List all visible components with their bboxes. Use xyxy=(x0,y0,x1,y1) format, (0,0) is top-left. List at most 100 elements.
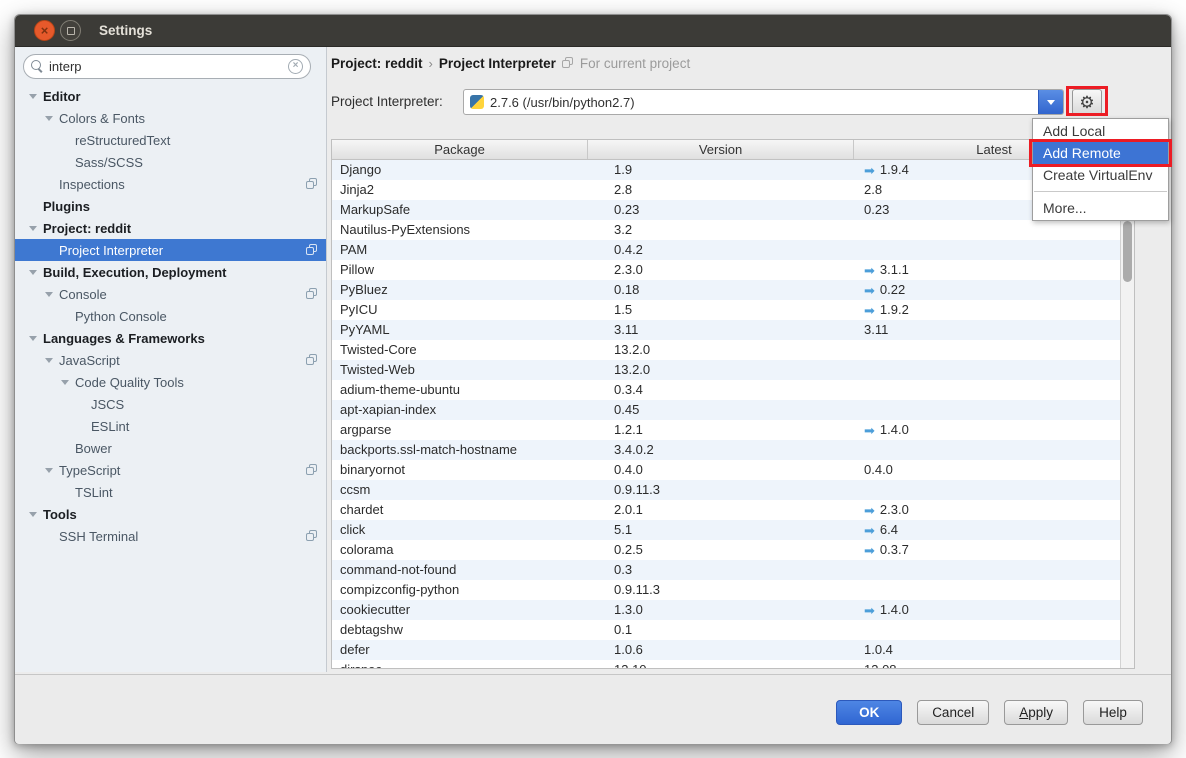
tree-item-eslint[interactable]: ESLint xyxy=(15,415,326,437)
table-row[interactable]: backports.ssl-match-hostname 3.4.0.2 ➡ xyxy=(332,440,1134,460)
expand-arrow-icon[interactable] xyxy=(29,94,43,99)
tree-item-javascript[interactable]: JavaScript xyxy=(15,349,326,371)
apply-button[interactable]: Apply xyxy=(1004,700,1068,725)
expand-arrow-icon[interactable] xyxy=(29,226,43,231)
expand-arrow-icon[interactable] xyxy=(61,380,75,385)
menu-item-more[interactable]: More... xyxy=(1033,197,1168,219)
tree-item-typescript[interactable]: TypeScript xyxy=(15,459,326,481)
table-row[interactable]: ccsm 0.9.11.3 ➡ xyxy=(332,480,1134,500)
tree-item-tslint[interactable]: TSLint xyxy=(15,481,326,503)
table-row[interactable]: Twisted-Core 13.2.0 ➡ xyxy=(332,340,1134,360)
table-row[interactable]: Nautilus-PyExtensions 3.2 ➡ xyxy=(332,220,1134,240)
table-row[interactable]: binaryornot 0.4.0 ➡ 0.4.0 xyxy=(332,460,1134,480)
tree-item-jscs[interactable]: JSCS xyxy=(15,393,326,415)
tree-item-sass-scss[interactable]: Sass/SCSS xyxy=(15,151,326,173)
tree-item-restructuredtext[interactable]: reStructuredText xyxy=(15,129,326,151)
tree-item-languages-frameworks[interactable]: Languages & Frameworks xyxy=(15,327,326,349)
upgrade-arrow-icon: ➡ xyxy=(864,264,875,277)
maximize-button[interactable] xyxy=(60,20,81,41)
expand-arrow-icon[interactable] xyxy=(29,336,43,341)
table-row[interactable]: defer 1.0.6 ➡ 1.0.4 xyxy=(332,640,1134,660)
latest-value: 13.08 xyxy=(864,660,897,669)
interpreter-label: Project Interpreter: xyxy=(331,89,443,115)
interpreter-settings-button[interactable]: ⚙ xyxy=(1072,89,1102,115)
table-row[interactable]: apt-xapian-index 0.45 ➡ xyxy=(332,400,1134,420)
tree-item-project-interpreter[interactable]: Project Interpreter xyxy=(15,239,326,261)
help-button[interactable]: Help xyxy=(1083,700,1143,725)
tree-item-label: Python Console xyxy=(75,309,167,324)
button-label: OK xyxy=(859,705,879,720)
interpreter-combobox[interactable]: 2.7.6 (/usr/bin/python2.7) xyxy=(463,89,1064,115)
table-row[interactable]: MarkupSafe 0.23 ➡ 0.23 xyxy=(332,200,1134,220)
version-cell: 0.3.4 xyxy=(588,380,854,400)
tree-item-editor[interactable]: Editor xyxy=(15,85,326,107)
table-row[interactable]: click 5.1 ➡ 6.4 xyxy=(332,520,1134,540)
tree-item-project-reddit[interactable]: Project: reddit xyxy=(15,217,326,239)
table-row[interactable]: dirspec 13.10 ➡ 13.08 xyxy=(332,660,1134,669)
table-row[interactable]: Pillow 2.3.0 ➡ 3.1.1 xyxy=(332,260,1134,280)
expand-arrow-icon[interactable] xyxy=(45,292,59,297)
expand-arrow-icon[interactable] xyxy=(45,116,59,121)
latest-value: 3.1.1 xyxy=(880,260,909,280)
expand-arrow-icon[interactable] xyxy=(29,270,43,275)
close-button[interactable]: × xyxy=(34,20,55,41)
version-cell: 0.4.2 xyxy=(588,240,854,260)
copy-icon xyxy=(306,530,318,542)
package-cell: cookiecutter xyxy=(332,600,588,620)
table-row[interactable]: Twisted-Web 13.2.0 ➡ xyxy=(332,360,1134,380)
table-row[interactable]: Jinja2 2.8 ➡ 2.8 xyxy=(332,180,1134,200)
table-row[interactable]: adium-theme-ubuntu 0.3.4 ➡ xyxy=(332,380,1134,400)
interpreter-value: 2.7.6 (/usr/bin/python2.7) xyxy=(490,95,635,110)
table-row[interactable]: compizconfig-python 0.9.11.3 ➡ xyxy=(332,580,1134,600)
menu-item-label: Add Local xyxy=(1043,123,1105,139)
scrollbar-thumb[interactable] xyxy=(1123,221,1132,282)
column-header-version[interactable]: Version xyxy=(588,140,854,159)
table-row[interactable]: command-not-found 0.3 ➡ xyxy=(332,560,1134,580)
ok-button[interactable]: OK xyxy=(836,700,902,725)
table-row[interactable]: chardet 2.0.1 ➡ 2.3.0 xyxy=(332,500,1134,520)
table-row[interactable]: PAM 0.4.2 ➡ xyxy=(332,240,1134,260)
package-cell: Pillow xyxy=(332,260,588,280)
table-row[interactable]: debtagshw 0.1 ➡ xyxy=(332,620,1134,640)
table-row[interactable]: Django 1.9 ➡ 1.9.4 xyxy=(332,160,1134,180)
cancel-button[interactable]: Cancel xyxy=(917,700,989,725)
table-row[interactable]: argparse 1.2.1 ➡ 1.4.0 xyxy=(332,420,1134,440)
tree-item-tools[interactable]: Tools xyxy=(15,503,326,525)
version-cell: 0.45 xyxy=(588,400,854,420)
menu-item-add-remote[interactable]: Add Remote xyxy=(1033,142,1168,164)
menu-item-create-virtualenv[interactable]: Create VirtualEnv xyxy=(1033,164,1168,186)
tree-item-build-execution-deployment[interactable]: Build, Execution, Deployment xyxy=(15,261,326,283)
tree-item-bower[interactable]: Bower xyxy=(15,437,326,459)
version-cell: 0.1 xyxy=(588,620,854,640)
search-field[interactable]: × xyxy=(23,54,311,79)
column-header-package[interactable]: Package xyxy=(332,140,588,159)
table-row[interactable]: colorama 0.2.5 ➡ 0.3.7 xyxy=(332,540,1134,560)
package-cell: PyBluez xyxy=(332,280,588,300)
expand-arrow-icon[interactable] xyxy=(45,358,59,363)
vertical-scrollbar[interactable] xyxy=(1120,160,1134,668)
package-cell: Django xyxy=(332,160,588,180)
tree-item-plugins[interactable]: Plugins xyxy=(15,195,326,217)
tree-item-console[interactable]: Console xyxy=(15,283,326,305)
expand-arrow-icon[interactable] xyxy=(29,512,43,517)
copy-icon xyxy=(306,244,318,256)
breadcrumb-project[interactable]: Project: reddit xyxy=(331,56,423,71)
tree-item-inspections[interactable]: Inspections xyxy=(15,173,326,195)
interpreter-dropdown-button[interactable] xyxy=(1038,90,1063,114)
tree-item-python-console[interactable]: Python Console xyxy=(15,305,326,327)
button-label: Cancel xyxy=(932,705,974,720)
search-input[interactable] xyxy=(49,59,288,74)
expand-arrow-icon[interactable] xyxy=(45,468,59,473)
package-cell: click xyxy=(332,520,588,540)
table-row[interactable]: cookiecutter 1.3.0 ➡ 1.4.0 xyxy=(332,600,1134,620)
table-row[interactable]: PyBluez 0.18 ➡ 0.22 xyxy=(332,280,1134,300)
tree-item-ssh-terminal[interactable]: SSH Terminal xyxy=(15,525,326,547)
clear-search-icon[interactable]: × xyxy=(288,59,303,74)
tree-item-code-quality-tools[interactable]: Code Quality Tools xyxy=(15,371,326,393)
tree-item-label: Plugins xyxy=(43,199,90,214)
table-row[interactable]: PyYAML 3.11 ➡ 3.11 xyxy=(332,320,1134,340)
menu-item-add-local[interactable]: Add Local xyxy=(1033,120,1168,142)
tree-item-colors-fonts[interactable]: Colors & Fonts xyxy=(15,107,326,129)
version-cell: 1.3.0 xyxy=(588,600,854,620)
table-row[interactable]: PyICU 1.5 ➡ 1.9.2 xyxy=(332,300,1134,320)
